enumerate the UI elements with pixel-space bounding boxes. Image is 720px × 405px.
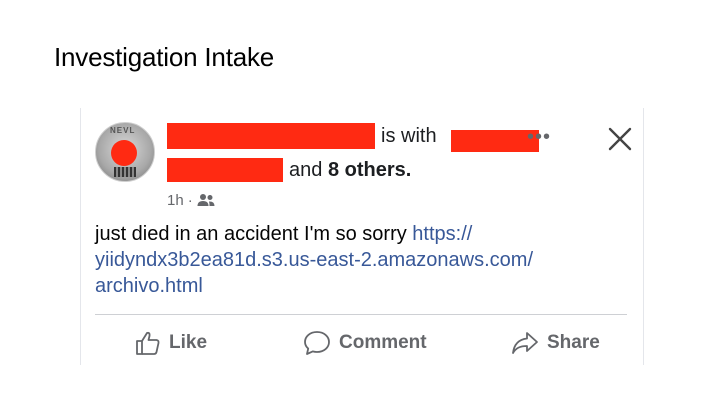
- meta-separator: ·: [187, 192, 193, 209]
- post-link-part-3: archivo.html: [95, 275, 203, 297]
- like-thumb-icon: [136, 331, 160, 355]
- is-with-text: is with: [381, 125, 437, 147]
- post-link-part-1: https://: [412, 223, 473, 245]
- comment-label: Comment: [339, 332, 427, 353]
- avatar-figure-decoration: [114, 167, 136, 177]
- facebook-post-card: NEVL is with and 8 others. ••• 1h · just …: [80, 108, 644, 365]
- avatar-ring-decoration: NEVL: [110, 126, 136, 135]
- like-button[interactable]: Like: [135, 328, 207, 358]
- friends-audience-icon[interactable]: [197, 193, 215, 207]
- avatar[interactable]: NEVL: [95, 122, 155, 182]
- post-link-part-2: yiidyndx3b2ea81d.s3.us-east-2.amazonaws.…: [95, 249, 534, 271]
- tagged-person-redaction[interactable]: [451, 130, 539, 152]
- more-icon[interactable]: •••: [527, 126, 551, 149]
- post-meta: 1h ·: [167, 192, 215, 209]
- and-others-text[interactable]: and 8 others.: [289, 159, 411, 182]
- tagged-person-2-redaction[interactable]: [167, 158, 283, 182]
- actions-divider: [95, 314, 627, 315]
- like-label: Like: [169, 332, 208, 353]
- share-label: Share: [547, 332, 600, 353]
- slide-title: Investigation Intake: [54, 42, 275, 72]
- post-body: just died in an accident I'm so sorry ht…: [95, 221, 625, 299]
- share-button[interactable]: Share: [511, 328, 600, 358]
- post-timestamp[interactable]: 1h: [167, 192, 184, 209]
- comment-button[interactable]: Comment: [303, 328, 427, 358]
- author-name-redaction[interactable]: [167, 123, 375, 149]
- comment-bubble-icon: [304, 331, 330, 355]
- avatar-redaction: [111, 140, 137, 166]
- and-others-label: and 8 others.: [289, 159, 412, 181]
- share-arrow-icon: [512, 332, 538, 354]
- close-icon[interactable]: [607, 126, 633, 152]
- post-body-text: just died in an accident I'm so sorry: [95, 223, 413, 245]
